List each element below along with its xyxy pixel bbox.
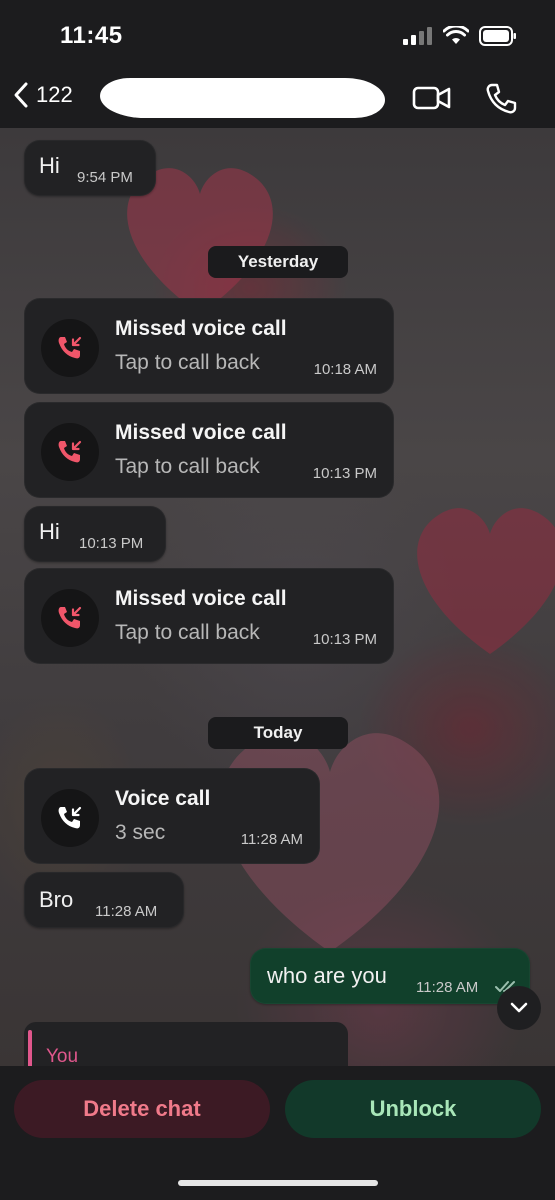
message-text: Hi: [39, 519, 60, 544]
call-time: 10:13 PM: [312, 465, 377, 482]
voice-call-icon[interactable]: [484, 82, 518, 116]
incoming-message[interactable]: Bro 11:28 AM: [24, 872, 184, 928]
date-separator: Yesterday: [208, 246, 348, 278]
cellular-signal-icon: [403, 27, 432, 45]
date-separator: Today: [208, 717, 348, 749]
message-time: 10:13 PM: [79, 535, 144, 552]
call-time: 10:18 AM: [313, 361, 377, 378]
missed-call-icon: [41, 423, 99, 481]
chevron-left-icon: [14, 82, 28, 108]
call-title: Missed voice call: [115, 587, 287, 610]
call-subtitle: Tap to call back: [115, 455, 260, 478]
battery-icon: [479, 26, 516, 46]
message-time: 11:28 AM: [95, 903, 158, 920]
incoming-message[interactable]: Hi 10:13 PM: [24, 506, 166, 562]
back-button[interactable]: 122: [12, 80, 73, 110]
wifi-icon: [443, 26, 469, 44]
quote-author: You: [46, 1046, 79, 1067]
chevron-down-icon: [510, 1002, 528, 1013]
unread-count: 122: [36, 82, 73, 107]
video-call-icon[interactable]: [412, 82, 452, 114]
missed-call-card[interactable]: Missed voice call Tap to call back 10:18…: [24, 298, 394, 394]
call-title: Voice call: [115, 787, 211, 810]
chat-header: 122: [0, 72, 555, 128]
call-title: Missed voice call: [115, 317, 287, 340]
contact-name-redacted[interactable]: [100, 78, 385, 118]
voice-call-card[interactable]: Voice call 3 sec 11:28 AM: [24, 768, 320, 864]
call-time: 10:13 PM: [312, 631, 377, 648]
message-text: Bro: [39, 887, 74, 912]
status-bar: 11:45: [0, 0, 555, 72]
status-time: 11:45: [60, 22, 123, 49]
missed-call-icon: [41, 319, 99, 377]
bottom-action-bar: Delete chat Unblock: [0, 1066, 555, 1200]
incoming-message[interactable]: Hi 9:54 PM: [24, 140, 156, 196]
call-subtitle: Tap to call back: [115, 351, 260, 374]
heart-decoration: [417, 508, 555, 654]
missed-call-card[interactable]: Missed voice call Tap to call back 10:13…: [24, 568, 394, 664]
phone-missed-icon: [58, 336, 82, 359]
call-subtitle: 3 sec: [115, 821, 166, 844]
missed-call-card[interactable]: Missed voice call Tap to call back 10:13…: [24, 402, 394, 498]
unblock-button[interactable]: Unblock: [285, 1080, 541, 1138]
call-title: Missed voice call: [115, 421, 287, 444]
status-icons: [403, 26, 517, 46]
message-text: who are you: [267, 963, 387, 988]
phone-missed-icon: [58, 606, 82, 629]
missed-call-icon: [41, 589, 99, 647]
message-time: 11:28 AM: [416, 979, 479, 996]
quoted-message[interactable]: You: [24, 1022, 348, 1072]
message-text: Hi: [39, 153, 60, 178]
incoming-call-icon: [41, 789, 99, 847]
call-subtitle: Tap to call back: [115, 621, 260, 644]
delete-chat-button[interactable]: Delete chat: [14, 1080, 270, 1138]
message-time: 9:54 PM: [77, 169, 133, 186]
phone-incoming-icon: [58, 806, 82, 829]
home-indicator[interactable]: [178, 1180, 378, 1186]
call-time: 11:28 AM: [240, 831, 303, 848]
outgoing-message[interactable]: who are you 11:28 AM: [250, 948, 530, 1004]
scroll-to-bottom-button[interactable]: [497, 986, 541, 1030]
phone-missed-icon: [58, 440, 82, 463]
